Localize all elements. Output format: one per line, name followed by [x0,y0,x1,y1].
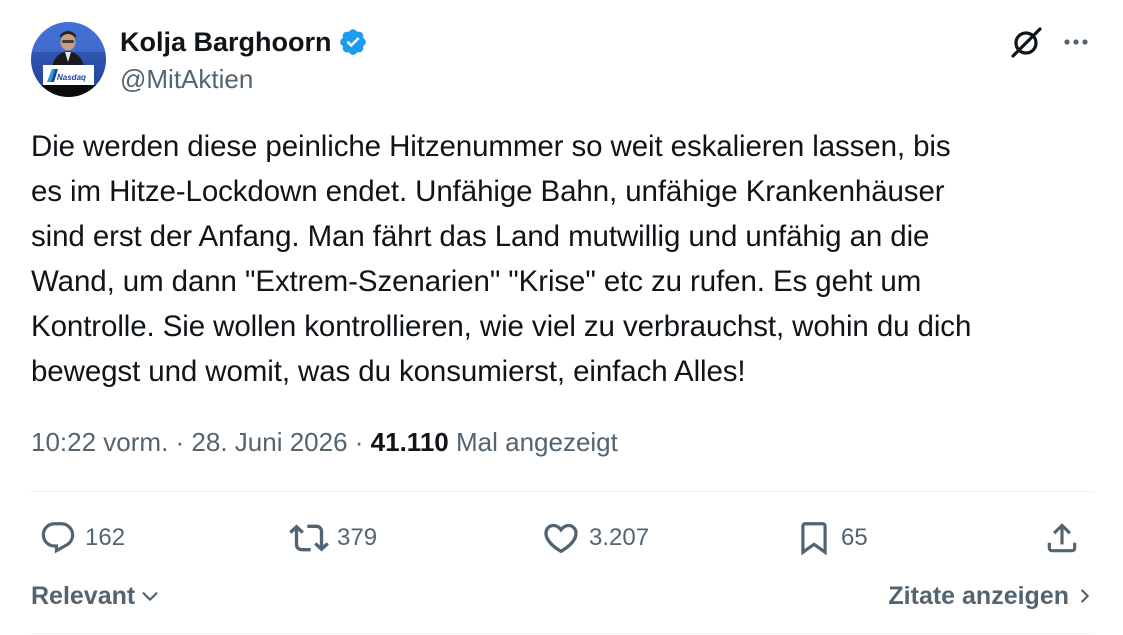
avatar[interactable]: Nasdaq [31,22,106,97]
reply-button[interactable]: 162 [39,510,125,566]
repost-icon [289,524,329,552]
bookmark-count: 65 [841,524,868,551]
verified-badge-icon[interactable] [338,27,368,57]
avatar-image: Nasdaq [31,22,106,97]
tweet-actions-bar: 162 379 3.207 65 [31,510,1093,566]
like-button[interactable]: 3.207 [541,510,649,566]
bookmark-icon [801,522,827,556]
chevron-down-icon [142,592,158,601]
divider [31,491,1093,492]
share-button[interactable] [1043,510,1081,566]
reply-count: 162 [85,524,126,551]
reply-icon [41,522,75,554]
replies-toolbar: Relevant Zitate anzeigen [31,576,1093,618]
heart-icon [544,523,578,554]
views-count: 41.110 [370,427,449,457]
more-options-button[interactable] [1056,22,1096,62]
tweet-text: Die werden diese peinliche Hitzenummer s… [31,130,972,388]
meta-separator: · [168,427,192,457]
more-icon [1064,39,1088,45]
author-display-name-row[interactable]: Kolja Barghoorn [120,24,368,60]
views-label: Mal angezeigt [455,427,618,457]
bookmark-button[interactable]: 65 [795,510,868,566]
view-quotes-link[interactable]: Zitate anzeigen [888,576,1093,616]
grok-icon [1011,27,1042,58]
like-count: 3.207 [589,524,650,551]
repost-count: 379 [337,524,378,551]
share-icon [1047,523,1077,553]
quotes-label: Zitate anzeigen [888,582,1069,610]
repost-button[interactable]: 379 [289,510,377,566]
author-display-name[interactable]: Kolja Barghoorn [120,24,332,60]
author-handle[interactable]: @MitAktien [120,63,253,95]
grok-button[interactable] [1004,22,1048,62]
sort-dropdown[interactable]: Relevant [31,576,161,616]
chevron-right-icon [1081,589,1089,603]
meta-separator: · [347,427,371,457]
tweet-meta: 10:22 vorm. · 28. Juni 2026 · 41.110 Mal… [31,424,618,460]
sort-label: Relevant [31,582,136,610]
tweet-date[interactable]: 28. Juni 2026 [191,427,347,457]
tweet-time[interactable]: 10:22 vorm. [31,427,168,457]
avatar-nasdaq-logo: Nasdaq [57,73,86,82]
divider [31,633,1093,634]
